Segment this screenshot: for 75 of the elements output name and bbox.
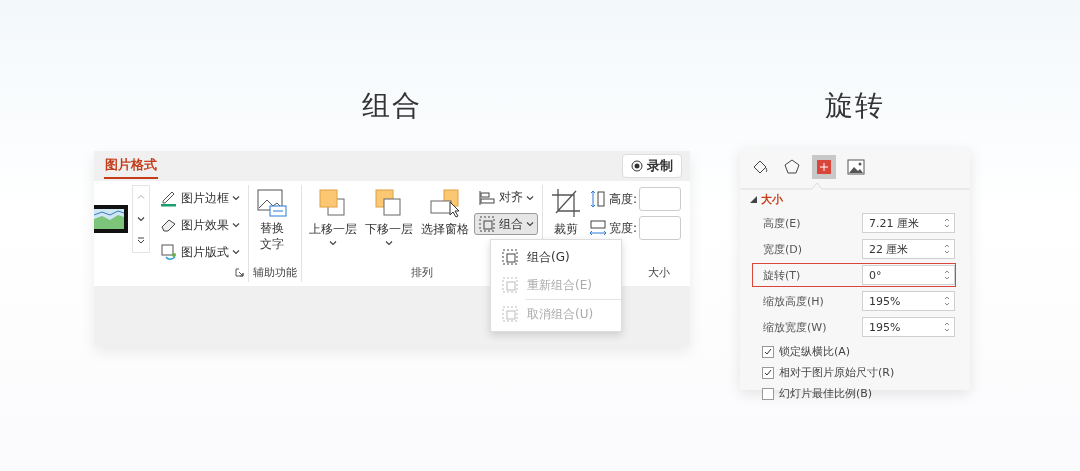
width-icon (589, 219, 607, 237)
image-icon (256, 187, 288, 219)
size-field[interactable] (639, 187, 682, 211)
size-position-icon (815, 158, 833, 176)
menu-item[interactable]: 组合(G) (491, 243, 621, 271)
group-icon (478, 215, 496, 233)
checkbox[interactable] (762, 387, 774, 400)
group-icon (501, 248, 519, 266)
style-button[interactable]: 图片边框 (156, 187, 244, 209)
check-icon (764, 347, 772, 356)
checkbox[interactable] (762, 366, 774, 379)
spinner-icon (944, 269, 950, 281)
check-icon (764, 368, 772, 377)
field-label: 缩放高度(H) (763, 293, 825, 309)
checkbox[interactable] (762, 345, 774, 358)
field-label: 旋转(T) (763, 267, 802, 283)
selection-pane-icon (428, 187, 462, 219)
field-label: 宽度(D) (763, 241, 804, 257)
checkbox-label: 幻灯片最佳比例(B) (779, 386, 873, 401)
spinner-icon (944, 217, 950, 229)
spinner-icon (944, 295, 950, 307)
caret-icon (385, 240, 393, 246)
section-header[interactable]: 大小 (740, 190, 970, 210)
image-icon (847, 158, 865, 176)
caret-icon (329, 240, 337, 246)
style-button[interactable]: 图片效果 (156, 214, 244, 236)
align-icon (478, 189, 496, 206)
field-label: 缩放宽度(W) (763, 319, 828, 335)
alt-text-button[interactable]: 替换文字 (253, 185, 291, 263)
size-label: 高度: (609, 190, 638, 208)
paint-bucket-icon (751, 158, 769, 176)
style-thumbnail[interactable] (94, 205, 130, 233)
dialog-launcher-icon[interactable] (235, 268, 244, 277)
ribbon-tab[interactable]: 图片格式 (104, 156, 158, 179)
spinner-icon (944, 321, 950, 333)
caret-icon (526, 221, 534, 227)
arrange-button[interactable]: 组合 (474, 213, 538, 235)
group-label: 大小 (648, 265, 670, 280)
spin-field[interactable]: 195% (861, 317, 955, 337)
group-label: 辅助功能 (253, 265, 297, 280)
height-icon (589, 190, 607, 208)
pencil-icon (160, 189, 178, 207)
crop-icon (550, 187, 582, 219)
checkbox-label: 锁定纵横比(A) (779, 344, 851, 359)
group-icon (501, 305, 519, 323)
style-button[interactable]: 图片版式 (156, 241, 244, 263)
checkbox-label: 相对于图片原始尺寸(R) (779, 365, 895, 380)
more-icon (137, 237, 145, 245)
arrange-button[interactable]: 选择窗格 (418, 185, 472, 263)
spin-field[interactable]: 195% (861, 291, 955, 311)
spinner-icon (944, 243, 950, 255)
group-icon (501, 276, 519, 294)
field-label: 高度(E) (763, 215, 802, 231)
size-field[interactable] (639, 216, 682, 240)
chevron-up-icon (137, 194, 145, 200)
record-button[interactable]: 录制 (622, 154, 682, 178)
group-label: 排列 (411, 265, 433, 280)
section-heading: 旋转 (825, 88, 885, 124)
spin-field[interactable]: 7.21 厘米 (861, 213, 955, 233)
caret-icon (526, 194, 534, 201)
record-icon (631, 160, 643, 172)
expand-triangle-icon (750, 196, 757, 203)
chevron-down-icon (137, 216, 145, 222)
caret-icon (232, 249, 240, 255)
arrange-button[interactable]: 下移一层 (362, 185, 416, 263)
caret-icon (232, 195, 240, 201)
spin-field[interactable]: 0° (861, 265, 955, 285)
arrange-button[interactable]: 上移一层 (306, 185, 360, 263)
section-heading: 组合 (362, 88, 422, 124)
pentagon-icon (783, 158, 801, 176)
spin-field[interactable]: 22 厘米 (861, 239, 955, 259)
arrange-button[interactable]: 对齐 (474, 187, 538, 208)
picture-layout-icon (160, 243, 178, 261)
caret-icon (232, 222, 240, 228)
size-label: 宽度: (609, 219, 638, 237)
